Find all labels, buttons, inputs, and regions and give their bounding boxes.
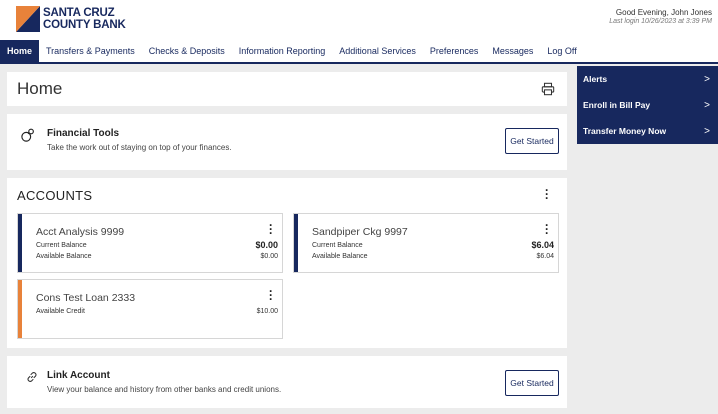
account-accent-bar — [294, 214, 298, 272]
last-login-text: Last login 10/26/2023 at 3:39 PM — [609, 18, 712, 25]
nav-item-log-off[interactable]: Log Off — [540, 40, 583, 62]
account-accent-bar — [18, 280, 22, 338]
sidebar-item-alerts[interactable]: Alerts > — [577, 66, 718, 92]
bank-logo[interactable]: SANTA CRUZ COUNTY BANK — [16, 6, 126, 32]
available-balance-value: $6.04 — [536, 253, 554, 260]
sidebar-item-label: Alerts — [583, 74, 608, 84]
greeting-text: Good Evening, John Jones — [615, 8, 712, 17]
logo-mark-icon — [16, 6, 40, 32]
financial-tools-title: Financial Tools — [47, 128, 120, 139]
available-balance-label: Available Balance — [312, 253, 368, 260]
nav-item-preferences[interactable]: Preferences — [423, 40, 486, 62]
logo-text: SANTA CRUZ COUNTY BANK — [43, 7, 126, 31]
current-balance-label: Current Balance — [36, 242, 87, 249]
account-menu-icon[interactable]: · · · — [268, 285, 274, 305]
account-tile-sandpiper-ckg[interactable]: Sandpiper Ckg 9997 Current Balance $6.04… — [293, 213, 559, 273]
chevron-right-icon: > — [704, 73, 710, 85]
logo-line-1: SANTA CRUZ — [43, 7, 115, 19]
account-menu-icon[interactable]: · · · — [544, 219, 550, 239]
nav-item-transfers-payments[interactable]: Transfers & Payments — [39, 40, 142, 62]
accounts-title: ACCOUNTS — [17, 188, 93, 203]
financial-tools-description: Take the work out of staying on top of y… — [47, 143, 232, 152]
chevron-right-icon: > — [704, 125, 710, 137]
account-tile-acct-analysis[interactable]: Acct Analysis 9999 Current Balance $0.00… — [17, 213, 283, 273]
sidebar-item-label: Transfer Money Now — [583, 126, 667, 136]
link-account-card: Link Account View your balance and histo… — [7, 356, 567, 408]
account-name: Cons Test Loan 2333 — [36, 292, 136, 304]
sidebar-item-enroll-bill-pay[interactable]: Enroll in Bill Pay > — [577, 92, 718, 118]
available-credit-value: $10.00 — [256, 308, 278, 315]
current-balance-value: $0.00 — [255, 240, 278, 250]
link-account-get-started-button[interactable]: Get Started — [505, 370, 559, 396]
page-header-card: Home — [7, 72, 567, 106]
page-title: Home — [17, 79, 63, 98]
chevron-right-icon: > — [704, 99, 710, 111]
nav-item-home[interactable]: Home — [0, 40, 40, 62]
header: SANTA CRUZ COUNTY BANK Good Evening, Joh… — [0, 0, 718, 40]
nav-item-information-reporting[interactable]: Information Reporting — [232, 40, 333, 62]
quick-links-sidebar: Alerts > Enroll in Bill Pay > Transfer M… — [577, 66, 718, 144]
account-name: Acct Analysis 9999 — [36, 226, 125, 238]
money-bag-icon — [21, 128, 34, 142]
account-name: Sandpiper Ckg 9997 — [312, 226, 408, 238]
current-balance-value: $6.04 — [531, 240, 554, 250]
financial-tools-get-started-button[interactable]: Get Started — [505, 128, 559, 154]
user-greeting: Good Evening, John Jones Last login 10/2… — [609, 8, 712, 25]
available-balance-value: $0.00 — [260, 253, 278, 260]
available-credit-label: Available Credit — [36, 308, 85, 315]
nav-item-messages[interactable]: Messages — [485, 40, 540, 62]
account-accent-bar — [18, 214, 22, 272]
sidebar-item-label: Enroll in Bill Pay — [583, 100, 651, 110]
account-tile-cons-test-loan[interactable]: Cons Test Loan 2333 Available Credit $10… — [17, 279, 283, 339]
available-balance-label: Available Balance — [36, 253, 92, 260]
link-account-description: View your balance and history from other… — [47, 385, 282, 394]
financial-tools-card: Financial Tools Take the work out of sta… — [7, 114, 567, 170]
account-menu-icon[interactable]: · · · — [268, 219, 274, 239]
chain-link-icon — [27, 372, 37, 382]
main-nav: Home Transfers & Payments Checks & Depos… — [0, 40, 718, 64]
printer-icon[interactable] — [541, 82, 555, 96]
nav-item-additional-services[interactable]: Additional Services — [332, 40, 423, 62]
link-account-title: Link Account — [47, 370, 110, 381]
current-balance-label: Current Balance — [312, 242, 363, 249]
accounts-menu-icon[interactable]: · · · — [544, 184, 550, 204]
sidebar-item-transfer-money[interactable]: Transfer Money Now > — [577, 118, 718, 144]
logo-line-2: COUNTY BANK — [43, 19, 126, 31]
nav-item-checks-deposits[interactable]: Checks & Deposits — [142, 40, 232, 62]
